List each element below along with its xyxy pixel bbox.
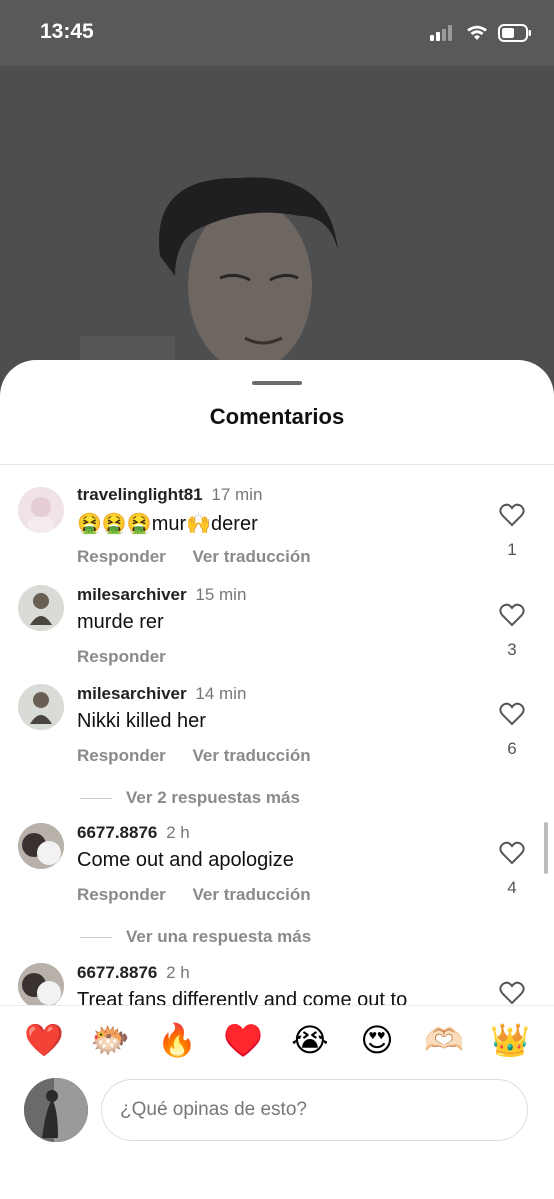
like-count: 1 (507, 540, 517, 559)
comment-meta: travelinglight81 17 min (77, 485, 262, 505)
comment-time: 14 min (195, 684, 247, 703)
reaction-heart-suit[interactable]: ♥️ (223, 1020, 263, 1060)
like-button[interactable] (497, 981, 527, 1005)
heart-outline-icon (499, 702, 525, 726)
comment-meta: milesarchiver 15 min (77, 585, 246, 605)
heart-outline-icon (499, 841, 525, 865)
reaction-blowfish[interactable]: 🐡 (90, 1020, 130, 1060)
reaction-red-heart[interactable]: ❤️ (24, 1020, 64, 1060)
avatar[interactable] (18, 684, 64, 730)
reaction-fire[interactable]: 🔥 (157, 1020, 197, 1060)
sheet-grabber[interactable] (252, 381, 302, 385)
avatar[interactable] (18, 823, 64, 869)
comment-username[interactable]: 6677.8876 (77, 963, 157, 982)
signal-icon (430, 25, 452, 41)
reaction-heart-hands[interactable]: 🫶🏻 (424, 1020, 464, 1060)
video-background[interactable] (0, 66, 554, 386)
comment-text: murde rer (77, 611, 164, 633)
comment-time: 2 h (166, 823, 190, 842)
quick-reaction-bar: ❤️ 🐡 🔥 ♥️ 😭 😍 🫶🏻 👑 (0, 1005, 554, 1076)
comment-input-row: ¿Qué opinas de esto? (0, 1075, 554, 1199)
translate-button[interactable]: Ver traducción (193, 746, 311, 765)
comment-meta: 6677.8876 2 h (77, 963, 190, 983)
heart-outline-icon (499, 503, 525, 527)
view-more-replies-button[interactable]: Ver 2 respuestas más (80, 788, 300, 808)
comment-text: Treat fans differently and come out to (77, 989, 408, 1005)
reaction-crown[interactable]: 👑 (490, 1020, 530, 1060)
like-button[interactable]: 4 (497, 841, 527, 898)
comment-time: 17 min (211, 485, 263, 504)
reply-button[interactable]: Responder (77, 746, 166, 765)
avatar[interactable] (18, 585, 64, 631)
comment-input[interactable]: ¿Qué opinas de esto? (101, 1079, 528, 1141)
my-avatar (24, 1078, 88, 1142)
like-button[interactable]: 1 (497, 503, 527, 560)
status-bar: 13:45 (0, 0, 554, 66)
view-more-replies-label: Ver una respuesta más (126, 927, 312, 946)
reaction-loudly-crying[interactable]: 😭 (290, 1020, 330, 1060)
like-button[interactable]: 3 (497, 603, 527, 660)
sheet-title: Comentarios (209, 404, 345, 429)
view-more-replies-button[interactable]: Ver una respuesta más (80, 927, 311, 947)
comment-actions: Responder (77, 647, 188, 667)
like-button[interactable]: 6 (497, 702, 527, 759)
comment-text: Come out and apologize (77, 849, 294, 871)
like-count: 4 (507, 878, 517, 897)
comment-username[interactable]: milesarchiver (77, 585, 187, 604)
like-count: 3 (507, 640, 517, 659)
comment-time: 15 min (195, 585, 247, 604)
reaction-heart-eyes[interactable]: 😍 (357, 1020, 397, 1060)
comment-meta: 6677.8876 2 h (77, 823, 190, 843)
comment-actions: Responder Ver traducción (77, 746, 333, 766)
comment-meta: milesarchiver 14 min (77, 684, 246, 704)
video-frame-image (0, 66, 554, 386)
wifi-icon (467, 25, 487, 40)
comment-username[interactable]: travelinglight81 (77, 485, 203, 504)
status-time: 13:45 (40, 20, 94, 43)
reply-button[interactable]: Responder (77, 547, 166, 566)
heart-outline-icon (499, 981, 525, 1005)
scrollbar[interactable] (544, 822, 548, 874)
comment-text: Nikki killed her (77, 710, 206, 732)
comment-text: 🤮🤮🤮mur🙌derer (77, 513, 258, 535)
avatar[interactable] (18, 963, 64, 1005)
translate-button[interactable]: Ver traducción (193, 885, 311, 904)
reply-button[interactable]: Responder (77, 647, 166, 666)
replies-divider (80, 936, 112, 938)
comment-actions: Responder Ver traducción (77, 547, 333, 567)
comment-time: 2 h (166, 963, 190, 982)
heart-outline-icon (499, 603, 525, 627)
avatar[interactable] (18, 487, 64, 533)
comment-username[interactable]: 6677.8876 (77, 823, 157, 842)
like-count: 6 (507, 739, 517, 758)
comment-actions: Responder Ver traducción (77, 885, 333, 905)
battery-icon (498, 24, 531, 42)
view-more-replies-label: Ver 2 respuestas más (126, 788, 300, 807)
comment-username[interactable]: milesarchiver (77, 684, 187, 703)
status-icons (430, 24, 532, 42)
replies-divider (80, 797, 112, 799)
reply-button[interactable]: Responder (77, 885, 166, 904)
comment-list[interactable]: travelinglight81 17 min 🤮🤮🤮mur🙌derer Res… (0, 465, 554, 1005)
translate-button[interactable]: Ver traducción (193, 547, 311, 566)
